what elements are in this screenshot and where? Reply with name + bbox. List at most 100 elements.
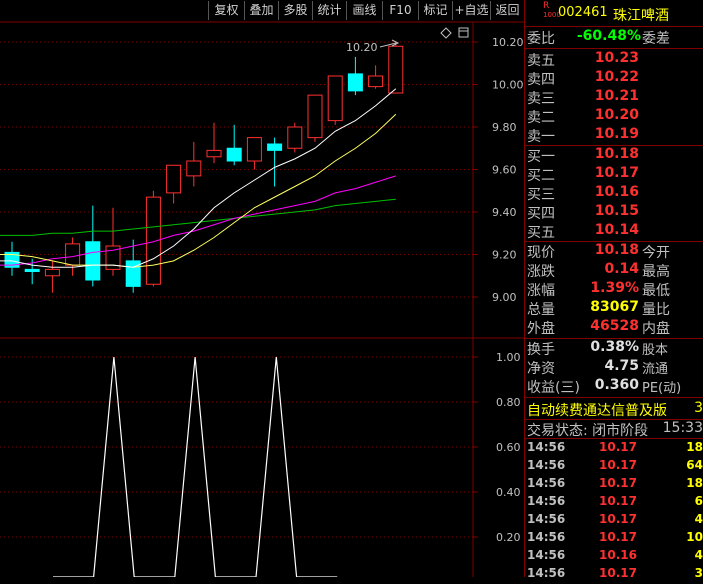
buy-level-price: 10.16 (594, 184, 639, 200)
tick-volume: 18 (686, 476, 703, 490)
indicator-tick-label: 0.40 (496, 486, 521, 499)
trade-status-row: 交易状态: 闭市阶段 15:33 (524, 420, 703, 439)
tick-row: 14:56 10.17 6 (524, 494, 703, 512)
trade-status: 交易状态: 闭市阶段 (527, 423, 649, 439)
f10-button[interactable]: F10 (382, 1, 418, 20)
statistics-button[interactable]: 统计 (312, 1, 346, 20)
price-axis: 10.20 10.00 9.80 9.60 9.40 9.20 9.00 1.00 0.80 0.… (473, 36, 524, 544)
ma-line-magenta (0, 175, 396, 266)
stat2-label-2: PE(动) (642, 381, 682, 396)
buy-level-price: 10.17 (594, 165, 639, 181)
buy-level-label: 买二 (527, 168, 555, 184)
tick-price: 10.17 (599, 476, 637, 490)
indicator-line (53, 356, 338, 577)
mark-button[interactable]: 标记 (418, 1, 452, 20)
stat-label-2: 最低 (642, 283, 670, 299)
stat2-label: 换手 (527, 342, 555, 358)
separator (524, 397, 703, 398)
buy-level-2: 买二 10.17 (524, 165, 703, 184)
weibi-row: 委比 -60.48% 委差 (524, 28, 703, 47)
sell-level-label: 卖五 (527, 53, 555, 69)
price-tick-label: 9.80 (492, 121, 517, 134)
ticker-tail: 3 (694, 400, 703, 416)
candle-body-down (347, 73, 363, 92)
weibi-value: -60.48% (576, 28, 641, 44)
stat-value: 83067 (590, 299, 639, 315)
sell-level-3: 卖三 10.21 (524, 88, 703, 107)
tick-time: 14:56 (527, 476, 566, 490)
price-tick-label: 10.20 (492, 36, 524, 49)
ticker-row[interactable]: 自动续费通达信普及版 3 (524, 400, 703, 419)
tick-row: 14:56 10.17 18 (524, 440, 703, 458)
chart-grid (0, 21, 524, 577)
stat-label: 总量 (527, 302, 555, 318)
stat2-label: 收益(三) (527, 380, 580, 396)
back-button[interactable]: 返回 (490, 1, 524, 20)
stat2-label-2: 流通 (642, 362, 669, 377)
buy-level-label: 买四 (527, 206, 555, 222)
stat2-row: 换手 0.38% 股本 (524, 339, 703, 358)
tick-time: 14:56 (527, 458, 566, 472)
multi-stock-button[interactable]: 多股 (278, 1, 312, 20)
buy-level-label: 买五 (527, 225, 555, 241)
candle-body-up (65, 243, 81, 266)
buy-level-label: 买一 (527, 149, 555, 165)
sell-level-price: 10.22 (594, 69, 639, 85)
tick-time: 14:56 (527, 494, 566, 508)
window-icon[interactable] (458, 27, 469, 38)
price-tick-label: 9.60 (492, 164, 517, 177)
tick-price: 10.17 (599, 440, 637, 454)
indicator-panel (53, 356, 338, 577)
ticker-text: 自动续费通达信普及版 (527, 403, 667, 419)
candle-body-up (368, 75, 384, 88)
buy-level-3: 买三 10.16 (524, 184, 703, 203)
sell-level-price: 10.21 (594, 88, 639, 104)
stat2-label: 净资 (527, 361, 555, 377)
sell-level-label: 卖三 (527, 91, 555, 107)
candle-body-down (24, 268, 40, 272)
tick-price: 10.17 (599, 494, 637, 508)
tick-volume: 10 (686, 530, 703, 544)
indicator-tick-label: 1.00 (496, 351, 521, 364)
stat-row: 外盘 46528 内盘 (524, 318, 703, 337)
tick-price: 10.17 (599, 458, 637, 472)
overlay-button[interactable]: 叠加 (244, 1, 278, 20)
sell-level-price: 10.19 (594, 126, 639, 142)
stat-row: 涨跌 0.14 最高 (524, 261, 703, 280)
indicator-tick-label: 0.20 (496, 531, 521, 544)
indicator-tick-label: 0.80 (496, 396, 521, 409)
price-tick-label: 9.40 (492, 206, 517, 219)
stat-value: 10.18 (594, 242, 639, 258)
diamond-icon[interactable] (440, 27, 452, 39)
stat-label-2: 今开 (642, 245, 670, 261)
tick-volume: 64 (686, 458, 703, 472)
sell-level-5: 卖五 10.23 (524, 50, 703, 69)
candlesticks (4, 42, 404, 293)
draw-line-button[interactable]: 画线 (346, 1, 382, 20)
stat2-row: 收益(三) 0.360 PE(动) (524, 377, 703, 396)
kline-chart[interactable]: 10.20 10.00 9.80 9.60 9.40 9.20 9.00 1.00 0.80 0.… (0, 0, 524, 577)
tick-time: 14:56 (527, 440, 566, 454)
candle-body-up (44, 268, 60, 277)
fuquan-button[interactable]: 复权 (208, 1, 244, 20)
add-favorite-button[interactable]: +自选 (452, 1, 490, 20)
buy-level-1: 买一 10.18 (524, 146, 703, 165)
stat2-row: 净资 4.75 流通 (524, 358, 703, 377)
separator (524, 438, 703, 439)
candle-body-up (206, 149, 222, 158)
tick-time: 14:56 (527, 566, 566, 580)
stat-label-2: 内盘 (642, 321, 670, 337)
tick-time: 14:56 (527, 512, 566, 526)
stock-code: 002461 (558, 5, 608, 20)
candle-body-up (287, 126, 303, 149)
stat-row: 现价 10.18 今开 (524, 242, 703, 261)
stat2-value: 0.360 (594, 377, 639, 393)
stat-value: 46528 (590, 318, 639, 334)
indicator-tick-label: 0.60 (496, 441, 521, 454)
sell-level-price: 10.20 (594, 107, 639, 123)
candle-body-up (307, 94, 323, 139)
tick-volume: 6 (694, 494, 703, 508)
tick-volume: 4 (694, 512, 703, 526)
candle-body-down (85, 241, 101, 281)
candle-body-up (246, 137, 262, 162)
